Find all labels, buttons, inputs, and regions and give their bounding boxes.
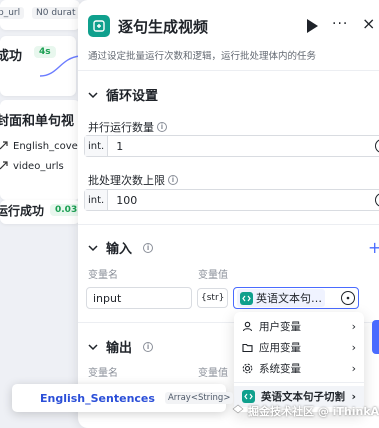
parallel-count-value[interactable]: 1 [108, 140, 379, 153]
output-pill: p_url [0, 7, 25, 19]
code-node-icon [242, 390, 255, 403]
chevron-right-icon: › [351, 390, 356, 403]
type-selector[interactable]: {str} [197, 288, 229, 308]
chevron-right-icon: › [351, 362, 356, 375]
divider [234, 382, 364, 383]
section-title: 输出 [106, 341, 133, 356]
info-icon[interactable]: i [157, 122, 167, 132]
menu-item-system-variables[interactable]: 系统变量 › [234, 358, 364, 379]
variable-type-badge: Array<String> [164, 392, 234, 404]
link-icon [0, 141, 8, 150]
side-panel-tab[interactable] [372, 320, 379, 354]
chevron-right-icon: › [351, 320, 356, 333]
batch-limit-value[interactable]: 100 [108, 194, 379, 207]
batch-limit-label: 批处理次数上限 i [88, 172, 178, 188]
panel-header: 逐句生成视频 ··· × 通过设定批量运行次数和逻辑，运行批处理体内的任务 [78, 0, 379, 70]
parallel-count-label: 并行运行数量 i [88, 119, 167, 135]
watermark: 掘金技术社区 @ iThinkAi [248, 405, 379, 418]
node-status-title: 运行成功 [0, 204, 45, 218]
variable-name: English_Sentences [40, 391, 155, 405]
close-button[interactable]: × [362, 14, 375, 33]
section-title: 输入 [106, 242, 133, 257]
node-status-title: 成功 [0, 49, 23, 64]
output-variable-option[interactable]: English_Sentences Array<String> [12, 384, 234, 412]
batch-node-icon [88, 15, 110, 37]
connector-line [40, 55, 80, 77]
info-icon[interactable]: i [168, 175, 178, 185]
folder-icon [242, 343, 253, 353]
loop-settings-header[interactable]: 循环设置 [88, 85, 158, 104]
chevron-down-icon [88, 343, 98, 350]
section-title: 循环设置 [106, 89, 159, 104]
chevron-down-icon [88, 244, 98, 251]
add-input-button[interactable]: + [368, 238, 379, 257]
divider [78, 70, 379, 71]
column-header-name: 变量名 [88, 368, 118, 379]
info-icon[interactable]: i [143, 341, 154, 352]
node-title: 封面和单句视 [0, 114, 75, 129]
output-section-header[interactable]: 输出 i [88, 337, 154, 356]
user-icon [242, 321, 253, 332]
panel-description: 通过设定批量运行次数和逻辑，运行批处理体内的任务 [88, 51, 317, 62]
variable-source-dropdown: 用户变量 › 应用变量 › 系统变量 › 英语文本句子切割 › [234, 312, 364, 412]
batch-limit-input[interactable]: int. 100 · [84, 189, 379, 211]
background-node-card[interactable]: p_url N0 durat [0, 0, 80, 30]
node-output-item: video_urls [0, 160, 64, 172]
menu-item-user-variables[interactable]: 用户变量 › [234, 316, 364, 337]
menu-item-app-variables[interactable]: 应用变量 › [234, 337, 364, 358]
type-tag: int. [85, 136, 109, 156]
type-tag: int. [85, 190, 109, 210]
background-node-card[interactable]: 运行成功 0.03 [0, 200, 83, 224]
input-variable-value-field[interactable]: 英语文本句… [233, 287, 359, 309]
output-pill: N0 durat [32, 7, 80, 19]
gear-icon [242, 363, 253, 374]
background-node-card[interactable]: 封面和单句视 English_cover video_urls [0, 100, 82, 200]
parallel-count-input[interactable]: int. 1 · [84, 135, 379, 157]
node-output-item: English_cover [0, 140, 82, 152]
divider [78, 224, 379, 225]
column-header-value: 变量值 [198, 270, 228, 281]
input-variable-name-field[interactable]: input [86, 287, 192, 309]
info-icon[interactable]: i [143, 242, 154, 253]
link-icon [0, 161, 8, 170]
more-options-button[interactable]: ··· [332, 16, 348, 32]
juejin-logo-icon [232, 404, 244, 414]
column-header-value: 变量值 [198, 368, 228, 379]
chevron-right-icon: › [351, 341, 356, 354]
play-icon[interactable] [305, 18, 319, 34]
panel-title: 逐句生成视频 [118, 18, 209, 36]
reference-chip[interactable]: 英语文本句… [237, 289, 325, 307]
column-header-name: 变量名 [88, 270, 118, 281]
input-section-header[interactable]: 输入 i [88, 238, 154, 257]
reference-label: 英语文本句… [256, 292, 322, 305]
code-node-icon [240, 291, 253, 305]
chevron-down-icon [88, 91, 98, 98]
clear-reference-icon[interactable] [341, 291, 355, 305]
